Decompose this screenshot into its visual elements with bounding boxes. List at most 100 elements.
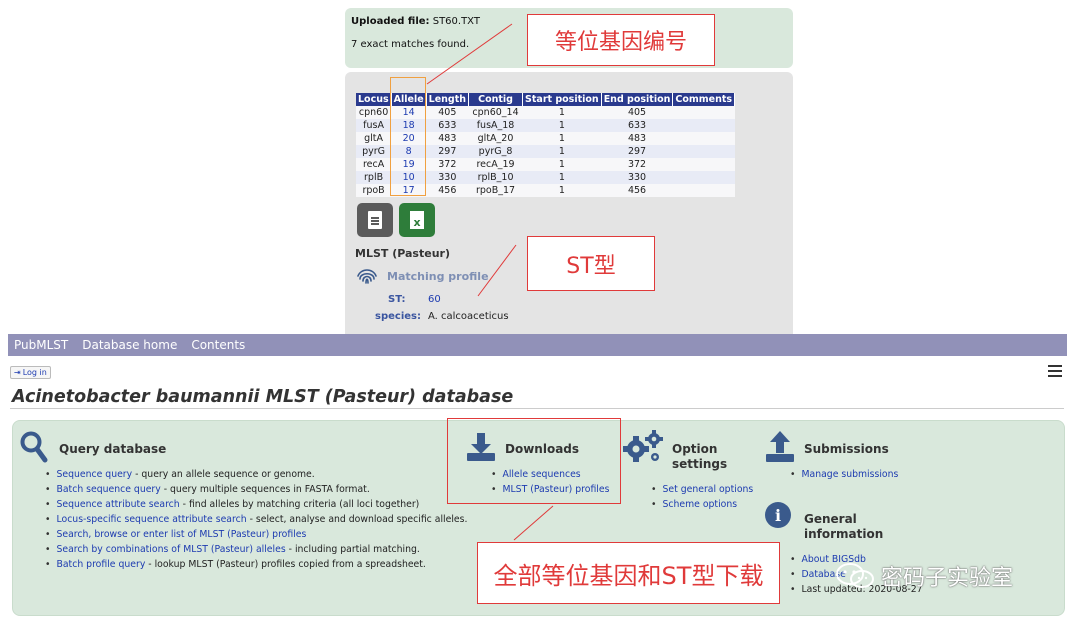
menu-link[interactable]: Batch profile query	[56, 559, 145, 570]
cell-locus: gltA	[356, 132, 392, 145]
col-locus: Locus	[356, 93, 392, 106]
menu-link[interactable]: Batch sequence query	[56, 484, 160, 495]
menu-link[interactable]: Search, browse or enter list of MLST (Pa…	[56, 529, 306, 540]
cell-locus: pyrG	[356, 145, 392, 158]
scheme-title: MLST (Pasteur)	[355, 247, 450, 260]
nav-contents[interactable]: Contents	[191, 338, 245, 352]
link-description: - query multiple sequences in FASTA form…	[160, 484, 370, 495]
menu-link[interactable]: Sequence attribute search	[56, 499, 179, 510]
page-title: Acinetobacter baumannii MLST (Pasteur) d…	[12, 387, 514, 407]
cell-start: 1	[522, 145, 602, 158]
excel-file-icon: x	[410, 211, 424, 229]
col-end-position: End position	[601, 93, 674, 106]
cell-start: 1	[522, 158, 602, 171]
export-excel-button[interactable]: x	[399, 203, 435, 237]
menu-link[interactable]: Set general options	[662, 484, 753, 495]
annotation-allele-number: 等位基因编号	[527, 14, 715, 66]
cell-end: 483	[601, 132, 673, 145]
cell-length: 330	[426, 171, 469, 184]
cell-contig: gltA_20	[468, 132, 523, 145]
cell-comments	[672, 145, 735, 158]
login-label: Log in	[22, 368, 47, 377]
cell-contig: pyrG_8	[468, 145, 523, 158]
menu-link[interactable]: Search by combinations of MLST (Pasteur)…	[56, 544, 285, 555]
cell-start: 1	[522, 184, 602, 197]
col-start-position: Start position	[522, 93, 602, 106]
text-file-icon	[368, 211, 382, 229]
fingerprint-icon	[357, 269, 377, 284]
nav-pubmlst[interactable]: PubMLST	[14, 338, 68, 352]
wechat-icon	[836, 563, 874, 588]
cell-locus: recA	[356, 158, 392, 171]
annotation-download-all: 全部等位基因和ST型下载	[477, 542, 780, 604]
title-divider	[10, 408, 1064, 409]
option-settings-title-1: Option	[672, 442, 718, 456]
list-item: Batch sequence query - query multiple se…	[45, 484, 467, 499]
login-button[interactable]: ⇥ Log in	[10, 366, 51, 379]
cell-contig: rplB_10	[468, 171, 523, 184]
annotation-st-type: ST型	[527, 236, 655, 291]
submissions-title: Submissions	[804, 442, 889, 456]
list-item: Batch profile query - lookup MLST (Paste…	[45, 559, 467, 574]
species-value: A. calcoaceticus	[428, 311, 509, 322]
menu-link[interactable]: Manage submissions	[801, 469, 898, 480]
cell-end: 456	[601, 184, 673, 197]
link-description: - query an allele sequence or genome.	[132, 469, 315, 480]
watermark: 密码子实验室	[835, 560, 1013, 592]
gears-icon	[623, 430, 663, 462]
upload-icon	[766, 431, 794, 462]
cell-locus: rplB	[356, 171, 392, 184]
col-comments: Comments	[672, 93, 736, 106]
cell-comments	[672, 106, 735, 119]
cell-end: 405	[601, 106, 673, 119]
hamburger-menu-icon[interactable]	[1048, 365, 1062, 377]
cell-length: 483	[426, 132, 469, 145]
nav-database-home[interactable]: Database home	[82, 338, 177, 352]
list-item: Search, browse or enter list of MLST (Pa…	[45, 529, 467, 544]
col-contig: Contig	[468, 93, 524, 106]
cell-comments	[672, 184, 735, 197]
cell-start: 1	[522, 106, 602, 119]
export-text-button[interactable]	[357, 203, 393, 237]
cell-end: 330	[601, 171, 673, 184]
cell-end: 372	[601, 158, 673, 171]
link-description: - select, analyse and download specific …	[246, 514, 468, 525]
list-item: Search by combinations of MLST (Pasteur)…	[45, 544, 467, 559]
cell-start: 1	[522, 119, 602, 132]
cell-comments	[672, 119, 735, 132]
st-label: ST:	[388, 294, 406, 305]
option-settings-title-2: settings	[672, 457, 728, 471]
submissions-links: Manage submissions	[790, 469, 898, 484]
cell-contig: fusA_18	[468, 119, 523, 132]
list-item: Locus-specific sequence attribute search…	[45, 514, 467, 529]
menu-link[interactable]: Sequence query	[56, 469, 132, 480]
cell-length: 372	[426, 158, 469, 171]
st-value[interactable]: 60	[428, 294, 441, 305]
info-icon: i	[765, 502, 791, 528]
upload-filename: ST60.TXT	[432, 16, 480, 27]
menu-link[interactable]: Scheme options	[662, 499, 737, 510]
col-length: Length	[426, 93, 470, 106]
cell-length: 405	[426, 106, 469, 119]
cell-start: 1	[522, 132, 602, 145]
cell-length: 297	[426, 145, 469, 158]
cell-length: 633	[426, 119, 469, 132]
cell-contig: rpoB_17	[468, 184, 523, 197]
cell-locus: fusA	[356, 119, 392, 132]
upload-label: Uploaded file:	[351, 16, 430, 27]
cell-end: 297	[601, 145, 673, 158]
cell-contig: recA_19	[468, 158, 523, 171]
cell-contig: cpn60_14	[468, 106, 523, 119]
general-info-title-1: General	[804, 512, 857, 526]
link-description: - find alleles by matching criteria (all…	[179, 499, 420, 510]
cell-comments	[672, 132, 735, 145]
link-description: - including partial matching.	[285, 544, 420, 555]
general-info-title-2: information	[804, 527, 884, 541]
cell-locus: cpn60	[356, 106, 392, 119]
list-item: Sequence query - query an allele sequenc…	[45, 469, 467, 484]
menu-link[interactable]: Locus-specific sequence attribute search	[56, 514, 246, 525]
species-label: species:	[375, 311, 421, 322]
list-item: Sequence attribute search - find alleles…	[45, 499, 467, 514]
cell-length: 456	[426, 184, 469, 197]
matching-profile-title: Matching profile	[387, 270, 489, 283]
